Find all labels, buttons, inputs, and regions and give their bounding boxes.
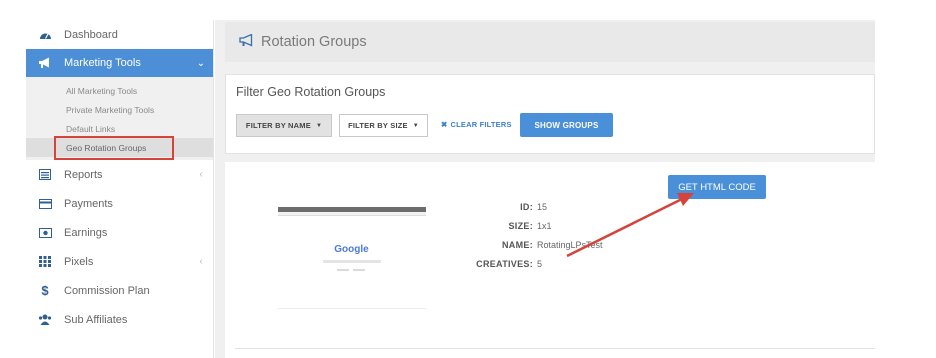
landing-page-thumbnail: Google — [263, 190, 440, 309]
filter-by-name-button[interactable]: FILTER BY NAME ▼ — [236, 114, 332, 137]
sidebar-item-reports[interactable]: Reports ‹ — [26, 160, 213, 189]
sidebar-item-label: Dashboard — [64, 28, 118, 41]
sidebar-item-label: Reports — [64, 168, 103, 181]
detail-row-creatives: CREATIVES: 5 — [455, 254, 603, 273]
rotation-group-card: Google ID: 15 SIZE: 1x1 NAME: RotatingLP… — [225, 162, 875, 358]
sidebar-subitem-default-links[interactable]: Default Links — [26, 119, 213, 138]
megaphone-icon — [239, 33, 255, 50]
credit-card-icon — [26, 198, 64, 209]
dollar-icon: $ — [41, 283, 49, 298]
dashboard-icon — [26, 29, 64, 41]
thumbnail-button — [337, 269, 349, 271]
sidebar-item-label: Earnings — [64, 226, 108, 239]
get-html-code-button[interactable]: GET HTML CODE — [668, 175, 766, 199]
sidebar-subitem-geo-rotation-groups[interactable]: Geo Rotation Groups — [26, 138, 213, 157]
detail-value: 5 — [537, 258, 543, 269]
megaphone-icon — [26, 57, 64, 69]
sidebar-item-label: Sub Affiliates — [64, 313, 128, 326]
main-content: Rotation Groups Filter Geo Rotation Grou… — [215, 20, 875, 358]
sidebar-item-commission-plan[interactable]: $ Commission Plan — [26, 276, 213, 305]
filter-panel-title: Filter Geo Rotation Groups — [236, 85, 386, 99]
thumbnail-toolbar — [278, 212, 426, 216]
page-header: Rotation Groups — [225, 22, 875, 62]
users-icon — [26, 314, 64, 325]
sidebar-item-dashboard[interactable]: Dashboard — [26, 20, 213, 49]
sidebar-item-pixels[interactable]: Pixels ‹ — [26, 247, 213, 276]
sidebar-subitem-private-marketing-tools[interactable]: Private Marketing Tools — [26, 100, 213, 119]
detail-label: ID: — [520, 201, 533, 212]
sidebar-item-label: Pixels — [64, 255, 94, 268]
caret-down-icon: ▼ — [412, 122, 419, 129]
page-title: Rotation Groups — [261, 34, 367, 50]
reports-icon — [26, 169, 64, 180]
close-icon: ✖ — [441, 120, 448, 129]
sidebar: Dashboard Marketing Tools ⌄ All Marketin… — [26, 20, 214, 358]
detail-row-id: ID: 15 — [455, 197, 603, 216]
thumbnail-logo-text: Google — [334, 244, 369, 255]
grid-icon — [26, 256, 64, 267]
detail-value: RotatingLPsTest — [537, 239, 603, 250]
thumbnail-search-box — [323, 260, 381, 263]
sidebar-subitem-all-marketing-tools[interactable]: All Marketing Tools — [26, 81, 213, 100]
filter-by-size-button[interactable]: FILTER BY SIZE ▼ — [339, 114, 428, 137]
chevron-left-icon[interactable]: ‹ — [189, 256, 213, 267]
filter-panel: Filter Geo Rotation Groups FILTER BY NAM… — [225, 74, 875, 154]
group-details: ID: 15 SIZE: 1x1 NAME: RotatingLPsTest C… — [455, 197, 603, 273]
sidebar-item-marketing-tools[interactable]: Marketing Tools ⌄ — [26, 49, 213, 77]
sidebar-item-label: Commission Plan — [64, 284, 150, 297]
show-groups-button[interactable]: SHOW GROUPS — [520, 113, 613, 137]
detail-label: NAME: — [502, 239, 533, 250]
filter-by-name-label: FILTER BY NAME — [245, 121, 311, 130]
sidebar-item-payments[interactable]: Payments — [26, 189, 213, 218]
sidebar-item-sub-affiliates[interactable]: Sub Affiliates — [26, 305, 213, 334]
detail-label: CREATIVES: — [476, 258, 533, 269]
caret-down-icon: ▼ — [315, 122, 323, 129]
sidebar-item-label: Marketing Tools — [64, 57, 141, 69]
chevron-left-icon[interactable]: ‹ — [189, 169, 213, 180]
clear-filters-link[interactable]: ✖ CLEAR FILTERS — [441, 120, 512, 129]
divider — [235, 348, 875, 349]
sidebar-item-label: Payments — [64, 197, 113, 210]
detail-row-size: SIZE: 1x1 — [455, 216, 603, 235]
thumbnail-button — [353, 269, 365, 271]
detail-label: SIZE: — [508, 220, 533, 231]
filter-by-size-label: FILTER BY SIZE — [348, 121, 408, 130]
detail-value: 15 — [537, 201, 548, 212]
clear-filters-label: CLEAR FILTERS — [450, 120, 512, 129]
chevron-down-icon[interactable]: ⌄ — [189, 58, 213, 69]
money-icon — [26, 227, 64, 238]
thumbnail-footer — [278, 308, 426, 310]
sidebar-item-earnings[interactable]: Earnings — [26, 218, 213, 247]
detail-row-name: NAME: RotatingLPsTest — [455, 235, 603, 254]
marketing-tools-submenu: All Marketing Tools Private Marketing To… — [26, 77, 213, 160]
detail-value: 1x1 — [537, 220, 552, 231]
